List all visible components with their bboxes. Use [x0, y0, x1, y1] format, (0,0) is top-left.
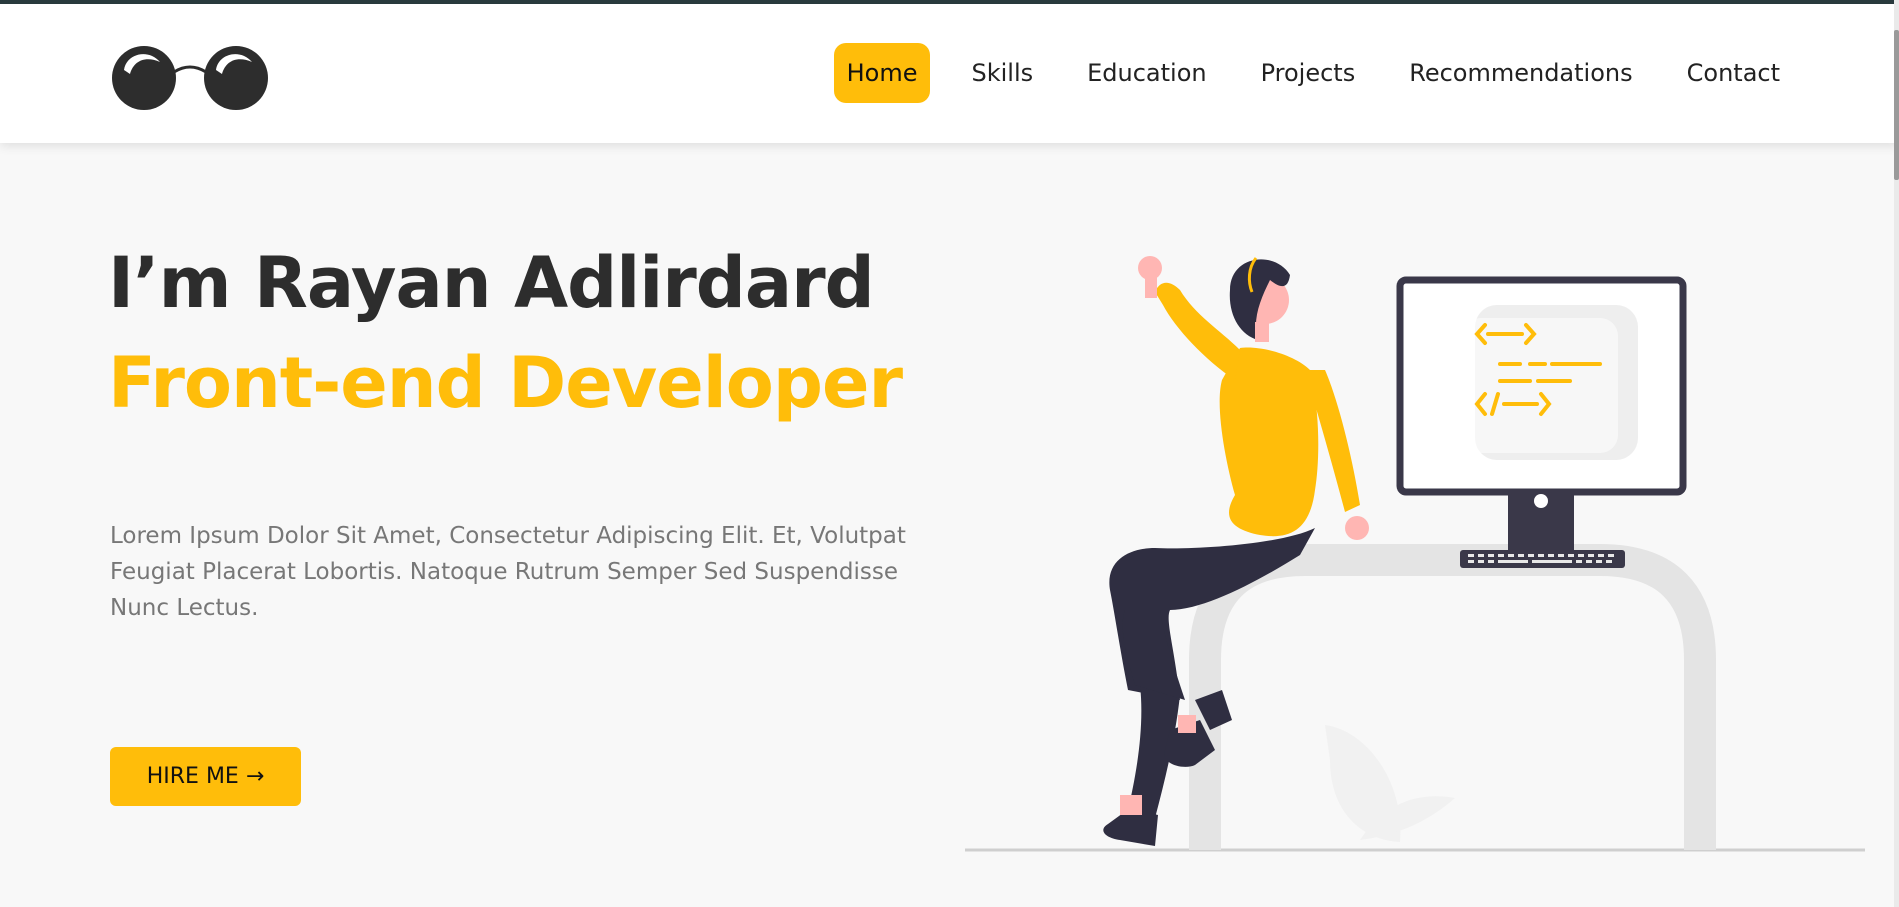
nav-recommendations[interactable]: Recommendations	[1396, 43, 1645, 103]
developer-illustration	[960, 230, 1870, 855]
logo-glasses-icon[interactable]	[110, 40, 270, 114]
main-nav: Home Skills Education Projects Recommend…	[806, 43, 1793, 103]
nav-education[interactable]: Education	[1074, 43, 1219, 103]
hire-me-button[interactable]: HIRE ME →	[110, 747, 301, 806]
hero-title: I’m Rayan Adlirdard	[108, 242, 875, 324]
hero-role: Front-end Developer	[108, 342, 903, 424]
nav-home[interactable]: Home	[833, 43, 931, 103]
hero-description: Lorem Ipsum Dolor Sit Amet, Consectetur …	[110, 523, 906, 621]
nav-skills[interactable]: Skills	[958, 43, 1046, 103]
nav-projects[interactable]: Projects	[1248, 43, 1369, 103]
nav-contact[interactable]: Contact	[1674, 43, 1793, 103]
site-header: Home Skills Education Projects Recommend…	[0, 4, 1899, 143]
scrollbar-thumb[interactable]	[1894, 30, 1899, 180]
